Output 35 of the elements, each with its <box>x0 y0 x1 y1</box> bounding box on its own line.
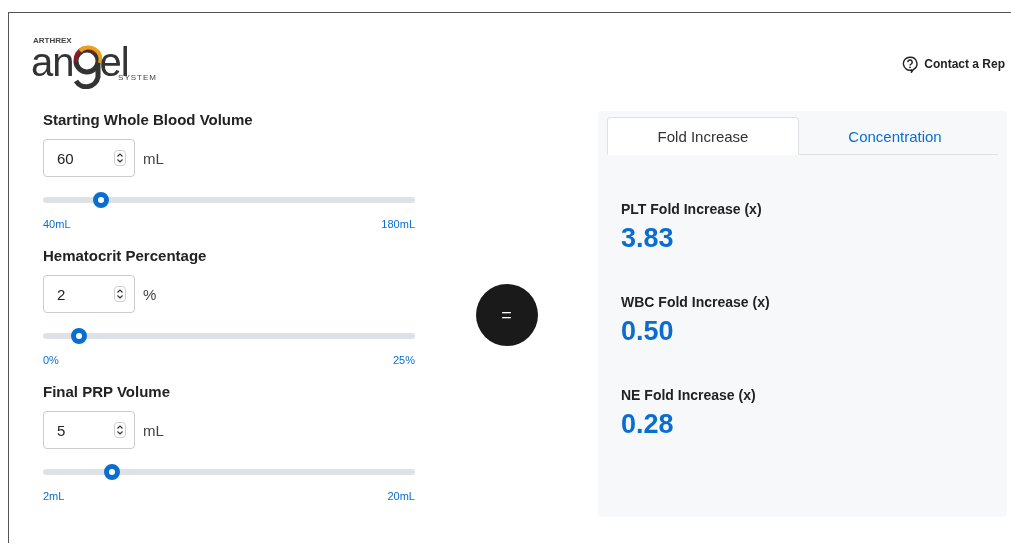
tab[interactable]: Fold Increase <box>607 117 799 155</box>
unit-text: mL <box>143 421 164 439</box>
logo-swirl-icon <box>71 45 102 89</box>
range-max-text: 20mL <box>387 490 415 502</box>
spinner-icon <box>114 286 126 302</box>
logo-brand-text: ARTHREX <box>33 36 73 45</box>
tab[interactable]: Concentration <box>799 117 991 155</box>
result-value: 0.50 <box>621 316 675 347</box>
number-field[interactable]: 5 <box>43 411 135 449</box>
number-field[interactable]: 60 <box>43 139 135 177</box>
range-min-text: 0% <box>43 354 59 366</box>
slider-thumb[interactable] <box>92 192 109 208</box>
result-label: PLT Fold Increase (x) <box>621 201 763 217</box>
range-min-text: 40mL <box>43 218 71 230</box>
range-max-text: 180mL <box>381 218 415 230</box>
result-label: WBC Fold Increase (x) <box>621 294 771 310</box>
logo-word-text: an <box>31 45 74 79</box>
field-label: Hematocrit Percentage <box>43 247 208 266</box>
spinner-icon <box>114 150 126 166</box>
field-label: Starting Whole Blood Volume <box>43 111 254 130</box>
help-icon <box>902 55 919 73</box>
range-max-text: 25% <box>392 354 415 366</box>
field-label: Final PRP Volume <box>43 383 171 402</box>
contact-link[interactable]: Contact a Rep <box>902 55 1005 73</box>
slider-thumb[interactable] <box>103 464 120 480</box>
range-min-text: 2mL <box>43 490 65 502</box>
unit-text: % <box>143 285 157 303</box>
calculate-button[interactable]: = <box>475 284 538 346</box>
unit-text: mL <box>143 149 164 167</box>
result-label: NE Fold Increase (x) <box>621 387 757 403</box>
slider-thumb[interactable] <box>71 328 88 344</box>
result-value: 0.28 <box>621 409 675 440</box>
result-value: 3.83 <box>621 223 675 254</box>
number-field[interactable]: 2 <box>43 275 135 313</box>
spinner-icon <box>114 422 126 438</box>
